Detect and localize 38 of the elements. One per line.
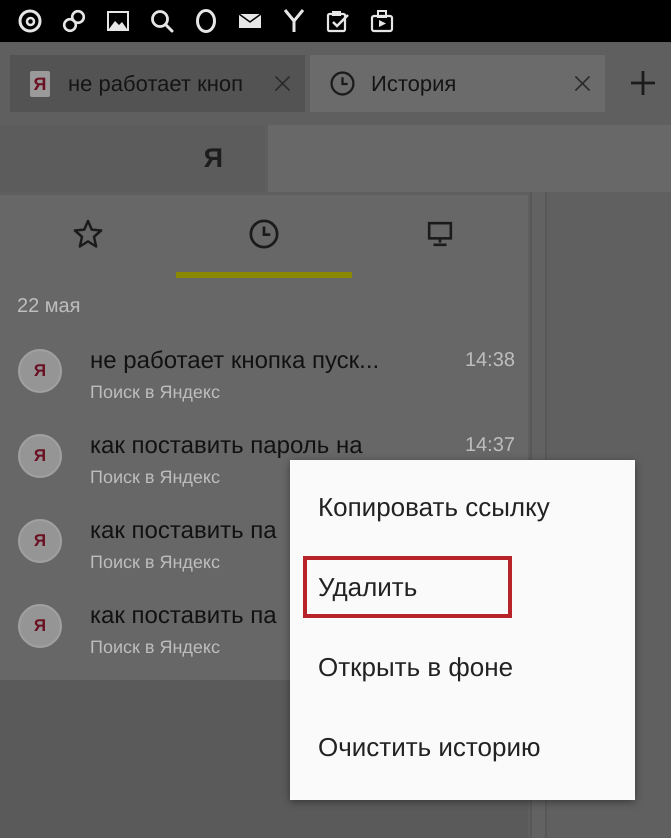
history-time: 14:38 bbox=[464, 349, 515, 371]
favicon: Я bbox=[18, 349, 62, 393]
history-title[interactable]: как поставить пароль на bbox=[90, 432, 363, 460]
history-time: 14:37 bbox=[464, 434, 515, 456]
oval-icon bbox=[194, 9, 218, 33]
history-source: Поиск в Яндекс bbox=[90, 636, 220, 658]
menu-item[interactable]: Удалить bbox=[303, 556, 512, 618]
favicon: Я bbox=[18, 604, 62, 648]
plus-icon[interactable] bbox=[631, 71, 655, 95]
image-icon bbox=[106, 9, 130, 33]
history-source: Поиск в Яндекс bbox=[90, 381, 220, 403]
history-source: Поиск в Яндекс bbox=[90, 466, 220, 488]
search-icon bbox=[150, 9, 174, 33]
menu-item[interactable]: Очистить историю bbox=[303, 716, 552, 778]
browser-tab[interactable]: Я не работает кноп bbox=[10, 55, 305, 112]
clock-icon bbox=[330, 71, 355, 96]
clock-icon bbox=[249, 218, 279, 248]
y-shape-icon bbox=[282, 9, 306, 33]
ring-icon bbox=[18, 9, 42, 33]
history-source: Поиск в Яндекс bbox=[90, 551, 220, 573]
menu-item[interactable]: Открыть в фоне bbox=[303, 636, 526, 698]
menu-item[interactable]: Копировать ссылку bbox=[303, 476, 562, 538]
favicon: Я bbox=[30, 70, 50, 96]
date-heading: 22 мая bbox=[17, 294, 81, 318]
logo-button[interactable]: Я bbox=[198, 139, 229, 178]
monitor-icon bbox=[427, 220, 453, 246]
history-title[interactable]: не работает кнопка пуск... bbox=[90, 347, 380, 375]
favicon: Я bbox=[18, 434, 62, 478]
close-icon[interactable] bbox=[274, 75, 291, 92]
browser-tab[interactable]: История bbox=[310, 55, 605, 112]
history-title[interactable]: как поставить па bbox=[90, 602, 277, 630]
clipboard-check-icon bbox=[326, 9, 350, 33]
link-icon bbox=[62, 9, 86, 33]
star-icon bbox=[73, 218, 103, 248]
close-icon[interactable] bbox=[574, 75, 591, 92]
briefcase-icon bbox=[370, 9, 394, 33]
favicon: Я bbox=[18, 519, 62, 563]
history-title[interactable]: как поставить па bbox=[90, 517, 277, 545]
